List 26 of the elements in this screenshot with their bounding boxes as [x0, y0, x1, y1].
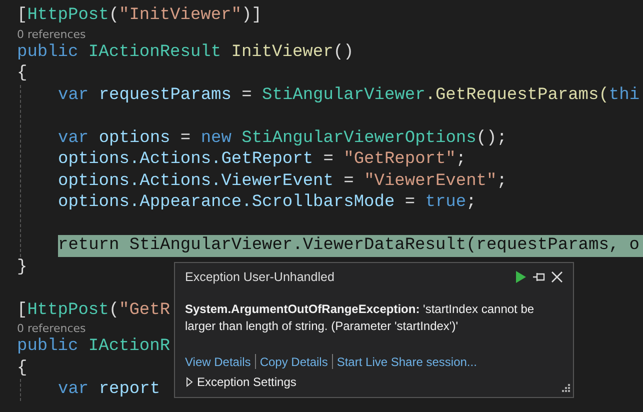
resize-grip-icon[interactable] — [560, 384, 570, 394]
code-line: [HttpPost("GetR — [17, 300, 170, 321]
code-line: { — [17, 63, 28, 84]
code-line: public IActionR — [17, 336, 170, 358]
details-link[interactable]: Copy Details — [260, 354, 328, 368]
code-line: options.Appearance.ScrollbarsMode = true; — [58, 192, 476, 214]
play-icon[interactable] — [515, 270, 527, 284]
close-icon[interactable] — [551, 271, 563, 283]
code-line: } — [17, 256, 28, 278]
popup-title: Exception User-Unhandled — [185, 270, 336, 284]
exception-message: System.ArgumentOutOfRangeException: 'startIndex cannot be larger than length of string. (Parameter 'startIndex')' — [185, 301, 536, 335]
code-line: var requestParams = StiAngularViewer.GetRequestParams(thi — [58, 84, 640, 106]
code-line: { — [17, 358, 28, 379]
code-line: [HttpPost("InitViewer")] — [17, 5, 262, 26]
codelens-references[interactable]: 0 references — [17, 321, 86, 336]
code-line: var report — [58, 379, 160, 400]
codelens-references[interactable]: 0 references — [17, 26, 86, 42]
pin-icon[interactable] — [532, 271, 546, 283]
code-line: options.Actions.ViewerEvent = "ViewerEvent"; — [58, 170, 507, 192]
code-line: public IActionResult InitViewer() — [17, 42, 354, 63]
expand-triangle-icon[interactable] — [185, 377, 193, 387]
details-link[interactable]: Start Live Share session... — [336, 354, 477, 368]
code-line: options.Actions.GetReport = "GetReport"; — [58, 149, 466, 170]
details-link[interactable]: View Details — [185, 354, 251, 368]
code-line: var options = new StiAngularViewerOptions(); — [58, 128, 507, 149]
exception-settings-label[interactable]: Exception Settings — [197, 375, 296, 389]
